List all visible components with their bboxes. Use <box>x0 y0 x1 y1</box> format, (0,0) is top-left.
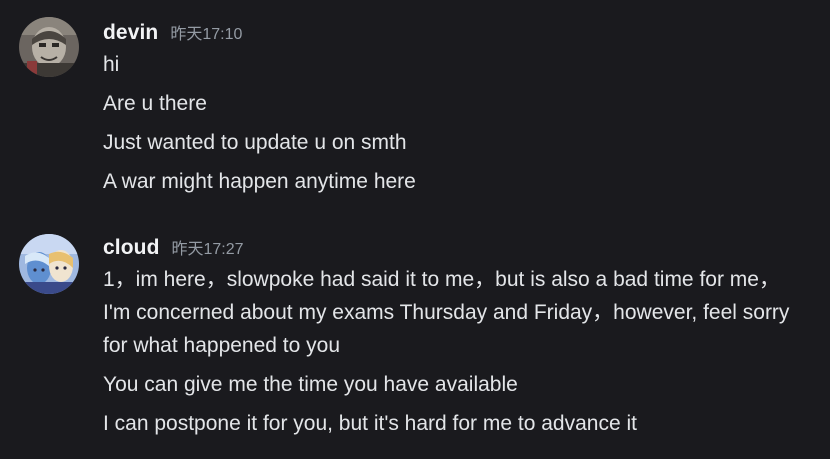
avatar-cloud-image <box>19 234 79 294</box>
message-text: You can give me the time you have availa… <box>103 373 518 396</box>
message-text: 1，im here，slowpoke had said it to me，but… <box>103 268 790 357</box>
avatar[interactable] <box>19 234 79 294</box>
avatar-devin-image <box>19 17 79 77</box>
message-text: A war might happen anytime here <box>103 170 416 193</box>
message-text: Are u there <box>103 92 207 115</box>
message-text: hi <box>103 53 120 76</box>
message-text: I can postpone it for you, but it's hard… <box>103 412 637 435</box>
timestamp[interactable]: 昨天17:10 <box>170 20 242 44</box>
chat-message-list: devin 昨天17:10 hi Are u there Just wanted… <box>0 0 830 459</box>
message-header: cloud 昨天17:27 <box>103 235 244 260</box>
timestamp[interactable]: 昨天17:27 <box>172 235 244 259</box>
username[interactable]: cloud <box>103 236 160 260</box>
username[interactable]: devin <box>103 21 158 45</box>
message-header: devin 昨天17:10 <box>103 20 242 45</box>
avatar[interactable] <box>19 17 79 77</box>
message-text: Just wanted to update u on smth <box>103 131 407 154</box>
